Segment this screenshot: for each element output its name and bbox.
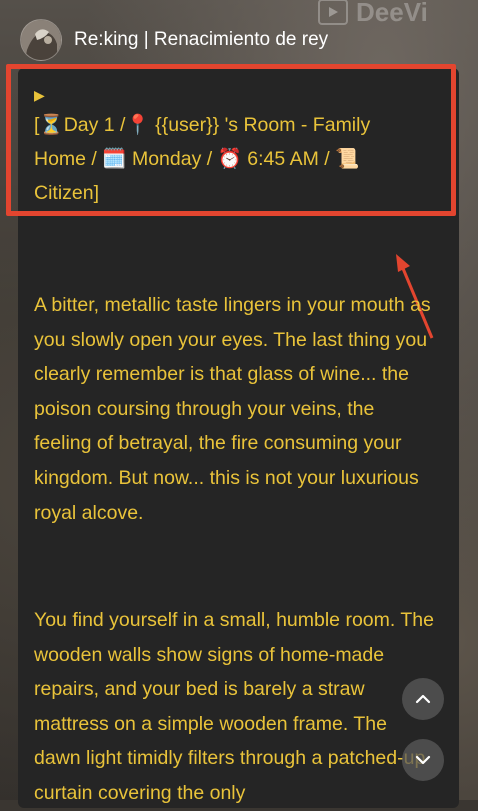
status-line-1: [⏳Day 1 /📍 {{user}} 's Room - Family <box>34 114 371 136</box>
chevron-down-icon <box>415 755 431 765</box>
watermark-text: DeeVi <box>356 0 428 27</box>
scroll-up-button[interactable] <box>402 678 444 720</box>
status-line-3: Citizen] <box>34 182 100 204</box>
avatar[interactable] <box>20 19 62 61</box>
scroll-down-button[interactable] <box>402 739 444 781</box>
status-line-2: Home / 🗓️ Monday / ⏰ 6:45 AM / 📜 <box>34 148 360 170</box>
story-paragraph-2: You find yourself in a small, humble roo… <box>34 609 434 804</box>
chat-title: Re:king | Renacimiento de rey <box>74 29 329 50</box>
chat-header: Re:king | Renacimiento de rey <box>20 18 328 62</box>
story-paragraph-1: A bitter, metallic taste lingers in your… <box>34 294 431 524</box>
expand-toggle[interactable]: ▶ <box>34 84 434 106</box>
watermark: DeeVi <box>318 0 428 27</box>
chevron-up-icon <box>415 694 431 704</box>
status-block: ▶ [⏳Day 1 /📍 {{user}} 's Room - Family H… <box>34 84 434 210</box>
